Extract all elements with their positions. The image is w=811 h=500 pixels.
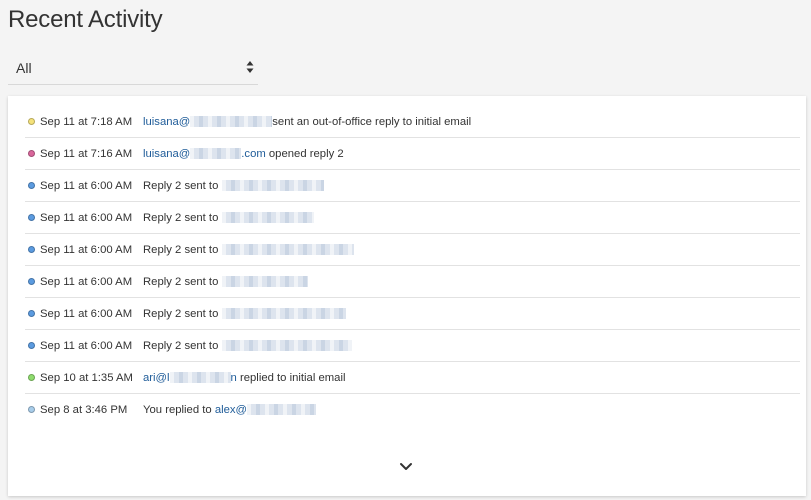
redacted-email xyxy=(221,243,354,255)
page-title: Recent Activity xyxy=(8,6,163,33)
contact-link[interactable]: ari@l n xyxy=(143,371,237,384)
activity-description: ari@l n replied to initial email xyxy=(143,362,345,394)
status-dot-icon xyxy=(28,118,35,125)
activity-row: Sep 11 at 7:16 AM luisana@ .com opened re… xyxy=(25,138,800,170)
redacted-email xyxy=(221,179,324,191)
activity-time: Sep 11 at 7:16 AM xyxy=(40,148,133,160)
redacted-email xyxy=(221,211,314,223)
status-dot-icon xyxy=(28,406,35,413)
activity-time: Sep 10 at 1:35 AM xyxy=(40,372,133,384)
page: Recent Activity All Sep 11 at 7:18 AM lu… xyxy=(0,0,811,500)
activity-description: luisana@ sent an out-of-office reply to i… xyxy=(143,106,471,138)
filter-selected-value: All xyxy=(16,60,32,76)
activity-row: Sep 11 at 6:00 AM Reply 2 sent to xyxy=(25,202,800,234)
activity-row: Sep 11 at 6:00 AM Reply 2 sent to xyxy=(25,330,800,362)
status-dot-icon xyxy=(28,374,35,381)
redacted-email xyxy=(169,371,231,383)
activity-row: Sep 11 at 6:00 AM Reply 2 sent to xyxy=(25,266,800,298)
activity-row: Sep 10 at 1:35 AM ari@l n replied to init… xyxy=(25,362,800,394)
activity-text: Reply 2 sent to xyxy=(143,340,222,352)
activity-text: opened reply 2 xyxy=(265,148,344,160)
activity-time: Sep 11 at 6:00 AM xyxy=(40,180,133,192)
redacted-email xyxy=(221,307,346,319)
activity-row: Sep 11 at 6:00 AM Reply 2 sent to xyxy=(25,170,800,202)
activity-text: Reply 2 sent to xyxy=(143,180,222,192)
activity-card: Sep 11 at 7:18 AM luisana@ sent an out-of… xyxy=(8,96,806,496)
activity-filter-select[interactable]: All xyxy=(8,52,258,85)
activity-description: Reply 2 sent to xyxy=(143,234,354,266)
activity-text: Reply 2 sent to xyxy=(143,244,222,256)
contact-link-end: .com xyxy=(241,148,266,160)
redacted-email xyxy=(247,403,317,415)
redacted-email xyxy=(221,275,308,287)
contact-link-start: luisana@ xyxy=(143,148,191,160)
activity-description: Reply 2 sent to xyxy=(143,298,346,330)
activity-text: Reply 2 sent to xyxy=(143,308,222,320)
chevron-down-icon[interactable] xyxy=(399,462,413,472)
activity-description: Reply 2 sent to xyxy=(143,170,324,202)
status-dot-icon xyxy=(28,310,35,317)
redacted-email xyxy=(190,115,273,127)
activity-description: You replied to alex@ xyxy=(143,394,317,426)
activity-description: Reply 2 sent to xyxy=(143,202,314,234)
activity-text: Reply 2 sent to xyxy=(143,276,222,288)
activity-time: Sep 11 at 6:00 AM xyxy=(40,244,133,256)
status-dot-icon xyxy=(28,342,35,349)
activity-description: Reply 2 sent to xyxy=(143,330,352,362)
activity-time: Sep 8 at 3:46 PM xyxy=(40,404,128,416)
activity-row: Sep 11 at 6:00 AM Reply 2 sent to xyxy=(25,298,800,330)
activity-time: Sep 11 at 6:00 AM xyxy=(40,276,133,288)
contact-link-start: ari@l xyxy=(143,372,170,384)
status-dot-icon xyxy=(28,182,35,189)
status-dot-icon xyxy=(28,150,35,157)
activity-list: Sep 11 at 7:18 AM luisana@ sent an out-of… xyxy=(25,106,800,426)
status-dot-icon xyxy=(28,246,35,253)
activity-time: Sep 11 at 6:00 AM xyxy=(40,340,133,352)
activity-time: Sep 11 at 6:00 AM xyxy=(40,308,133,320)
activity-description: luisana@ .com opened reply 2 xyxy=(143,138,344,170)
activity-text: You replied to xyxy=(143,404,215,416)
redacted-email xyxy=(221,339,352,351)
activity-text: replied to initial email xyxy=(236,372,346,384)
activity-time: Sep 11 at 6:00 AM xyxy=(40,212,133,224)
redacted-email xyxy=(190,147,242,159)
activity-row: Sep 11 at 6:00 AM Reply 2 sent to xyxy=(25,234,800,266)
status-dot-icon xyxy=(28,278,35,285)
activity-row: Sep 11 at 7:18 AM luisana@ sent an out-of… xyxy=(25,106,800,138)
contact-link[interactable]: luisana@ xyxy=(143,116,190,128)
contact-link[interactable]: luisana@ .com xyxy=(143,147,266,160)
activity-time: Sep 11 at 7:18 AM xyxy=(40,116,133,128)
activity-description: Reply 2 sent to xyxy=(143,266,308,298)
activity-text: Reply 2 sent to xyxy=(143,212,222,224)
sort-arrows-icon xyxy=(246,61,254,73)
contact-link-start: alex@ xyxy=(214,404,248,416)
activity-text: sent an out-of-office reply to initial e… xyxy=(272,116,472,128)
activity-row: Sep 8 at 3:46 PM You replied to alex@ xyxy=(25,394,800,426)
status-dot-icon xyxy=(28,214,35,221)
contact-link[interactable]: alex@ xyxy=(214,403,317,416)
